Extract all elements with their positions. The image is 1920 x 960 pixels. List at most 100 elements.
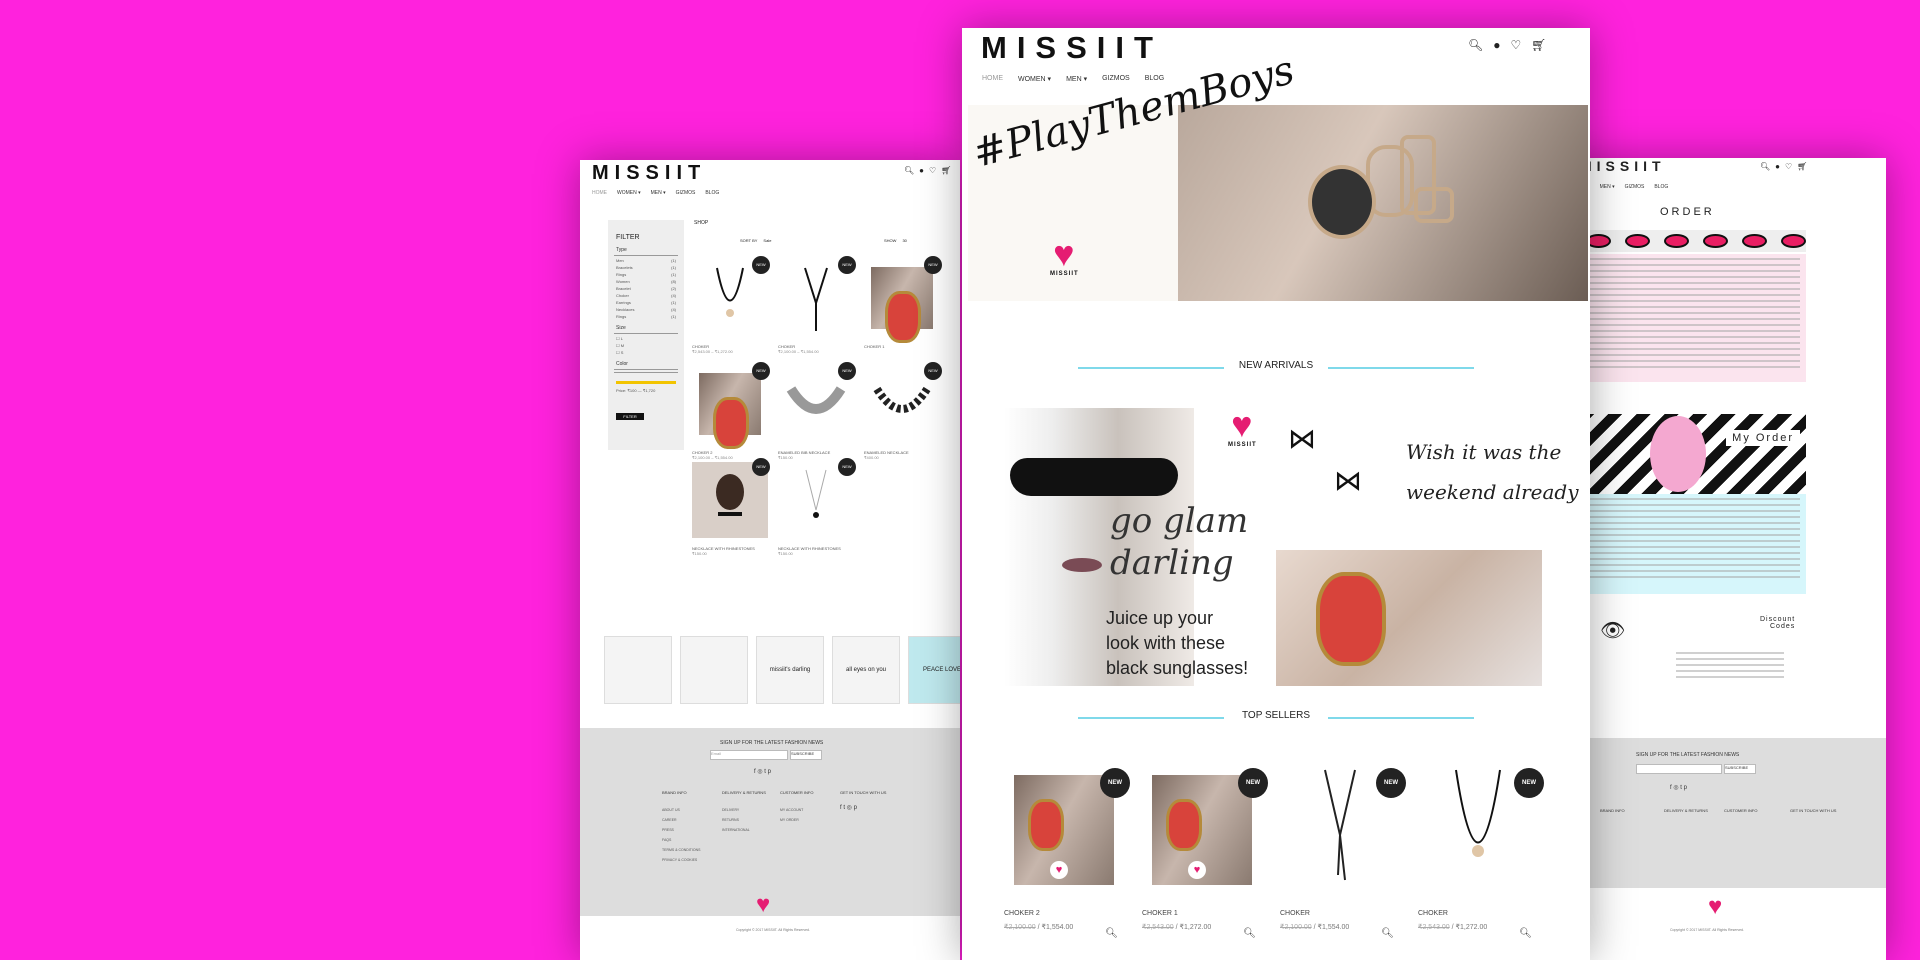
size-option-s[interactable]: ☐ S	[616, 350, 676, 355]
cart-icon[interactable]: 🛒︎	[1531, 38, 1546, 52]
footer-link[interactable]: INTERNATIONAL	[722, 828, 750, 832]
cart-icon[interactable]: 🛒︎	[1797, 162, 1807, 171]
gallery-thumb[interactable]: all eyes on you	[832, 636, 900, 704]
account-icon[interactable]: ●	[1775, 162, 1780, 171]
product-card[interactable]: ♥ NEW CHOKER 2 ₹2,100.00 / ₹1,554.00 🔍︎	[1004, 768, 1130, 939]
footer-link[interactable]: CAREER	[662, 818, 677, 822]
filter-button[interactable]: FILTER	[616, 413, 644, 420]
nav-men[interactable]: MEN ▾	[1066, 75, 1087, 83]
footer-link[interactable]: FAQS	[662, 838, 671, 842]
product-card[interactable]: NEW NECKLACE WITH RHINESTONES ₹150.00	[778, 458, 856, 556]
product-name[interactable]: CHOKER 2	[1004, 910, 1124, 917]
email-input[interactable]	[1636, 764, 1722, 774]
main-nav: HOME WOMEN ▾ MEN ▾ GIZMOS BLOG	[592, 190, 719, 196]
gallery-thumb[interactable]: missiit's darling	[756, 636, 824, 704]
product-card[interactable]: NEW CHOKER ₹2,543.00 / ₹1,272.00 🔍︎	[1418, 768, 1544, 939]
collage-glam-text: go glam darling	[1110, 501, 1249, 583]
new-arrivals-collage[interactable]: go glam darling Juice up your look with …	[1004, 407, 1579, 686]
filter-type-item[interactable]: Choker (4)	[616, 293, 676, 298]
product-card[interactable]: NEW ENAMELED NECKLACE ₹400.00	[864, 362, 942, 460]
product-card[interactable]: ♥ NEW CHOKER 1 ₹2,543.00 / ₹1,272.00 🔍︎	[1142, 768, 1268, 939]
facebook-icon[interactable]: f	[754, 769, 756, 775]
nav-blog[interactable]: BLOG	[705, 190, 719, 196]
nav-gizmos[interactable]: GIZMOS	[1102, 75, 1130, 83]
filter-type-item[interactable]: Necklaces (4)	[616, 307, 676, 312]
product-name[interactable]: CHOKER 1	[1142, 910, 1262, 917]
size-option-l[interactable]: ☐ L	[616, 336, 676, 341]
product-card[interactable]: NEW CHOKER 1	[864, 256, 942, 349]
footer-link[interactable]: PRIVACY & COOKIES	[662, 858, 697, 862]
nav-home[interactable]: HOME	[982, 75, 1003, 83]
zoom-icon[interactable]: 🔍︎	[1105, 928, 1118, 939]
product-name[interactable]: CHOKER	[1280, 910, 1400, 917]
right-page-mockup: MISSIIT 🔍︎ ● ♡ 🛒︎ WOMEN ▾ MEN ▾ GIZMOS B…	[1560, 158, 1886, 960]
account-icon[interactable]: ●	[919, 166, 924, 175]
footer-link[interactable]: MY ACCOUNT	[780, 808, 803, 812]
hero-banner[interactable]: #PlayThemBoys ♥ MISSIIT	[968, 47, 1588, 301]
zoom-icon[interactable]: 🔍︎	[1381, 928, 1394, 939]
pinterest-icon[interactable]: p	[768, 769, 771, 775]
product-card[interactable]: NEW ENAMELED BIB NECKLACE ₹150.00	[778, 362, 856, 460]
faq-text-block	[1580, 254, 1806, 382]
footer-link[interactable]: MY ORDER	[780, 818, 799, 822]
sort-select[interactable]: Sale	[763, 238, 771, 243]
twitter-icon[interactable]: t	[764, 769, 766, 775]
nav-men[interactable]: MEN ▾	[651, 190, 666, 196]
filter-type-item[interactable]: Bracelets (1)	[616, 265, 676, 270]
brand-logo[interactable]: MISSIIT	[592, 162, 706, 185]
price-range-slider[interactable]	[616, 381, 676, 384]
filter-type-item[interactable]: Earrings (1)	[616, 300, 676, 305]
bow-earring: ⋈	[1288, 423, 1316, 454]
copyright: Copyright © 2017 MISSIIT. All Rights Res…	[1670, 928, 1744, 932]
footer-link[interactable]: ABOUT US	[662, 808, 680, 812]
footer-link[interactable]: PRESS	[662, 828, 674, 832]
footer-link[interactable]: DELIVERY	[722, 808, 739, 812]
email-input[interactable]: Email	[710, 750, 788, 760]
product-card[interactable]: NEW CHOKER ₹2,100.00 – ₹1,554.00	[778, 256, 856, 354]
account-icon[interactable]: ●	[1493, 38, 1500, 52]
cart-icon[interactable]: 🛒︎	[941, 166, 951, 175]
filter-type-item[interactable]: Rings (1)	[616, 272, 676, 277]
zoom-icon[interactable]: 🔍︎	[1243, 928, 1256, 939]
search-icon[interactable]: 🔍︎	[1760, 162, 1770, 171]
heart-icon[interactable]: ♡	[929, 166, 936, 175]
gallery-thumb[interactable]	[604, 636, 672, 704]
product-card[interactable]: NEW CHOKER 2 ₹2,100.00 – ₹1,554.00	[692, 362, 770, 460]
product-card[interactable]: NEW CHOKER ₹2,543.00 – ₹1,272.00	[692, 256, 770, 354]
filter-type-item[interactable]: Rings (1)	[616, 314, 676, 319]
nav-home[interactable]: HOME	[592, 190, 607, 196]
footer-link[interactable]: TERMS & CONDITIONS	[662, 848, 701, 852]
copyright: Copyright © 2017 MISSIIT. All Rights Res…	[736, 928, 810, 932]
subscribe-button[interactable]: SUBSCRIBE	[1724, 764, 1756, 774]
product-card[interactable]: NEW NECKLACE WITH RHINESTONES ₹150.00	[692, 458, 770, 556]
footer-link[interactable]: RETURNS	[722, 818, 739, 822]
filter-color-heading: Color	[616, 361, 628, 367]
heart-icon[interactable]: ♡	[1510, 38, 1521, 52]
gallery-thumb[interactable]: PEACE LOVE	[908, 636, 960, 704]
filter-type-item[interactable]: Women (8)	[616, 279, 676, 284]
top-sellers-heading: TOP SELLERS	[962, 710, 1590, 724]
nav-women[interactable]: WOMEN ▾	[1018, 75, 1051, 83]
instagram-icon[interactable]: ◎	[757, 769, 762, 775]
brand-logo[interactable]: MISSIIT	[981, 30, 1163, 66]
heart-icon[interactable]: ♡	[1785, 162, 1792, 171]
filter-title: FILTER	[616, 234, 640, 241]
filter-type-item[interactable]: Bracelet (2)	[616, 286, 676, 291]
search-icon[interactable]: 🔍︎	[1468, 38, 1483, 52]
gallery-thumb[interactable]	[680, 636, 748, 704]
search-icon[interactable]: 🔍︎	[904, 166, 914, 175]
size-option-m[interactable]: ☐ M	[616, 343, 676, 348]
zoom-icon[interactable]: 🔍︎	[1519, 928, 1532, 939]
product-name[interactable]: CHOKER	[1418, 910, 1538, 917]
shop-title: SHOP	[694, 220, 709, 226]
footer-col-customer: CUSTOMER INFO	[780, 790, 814, 795]
show-select[interactable]: 30	[902, 238, 906, 243]
filter-type-item[interactable]: Men (1)	[616, 258, 676, 263]
footer-col-contact: GET IN TOUCH WITH US	[840, 790, 887, 795]
subscribe-button[interactable]: SUBSCRIBE	[790, 750, 822, 760]
product-card[interactable]: NEW CHOKER ₹2,100.00 / ₹1,554.00 🔍︎	[1280, 768, 1406, 939]
nav-women[interactable]: WOMEN ▾	[617, 190, 641, 196]
brand-logo[interactable]: MISSIIT	[1580, 158, 1666, 174]
nav-gizmos[interactable]: GIZMOS	[676, 190, 696, 196]
new-badge: NEW	[1514, 768, 1544, 798]
